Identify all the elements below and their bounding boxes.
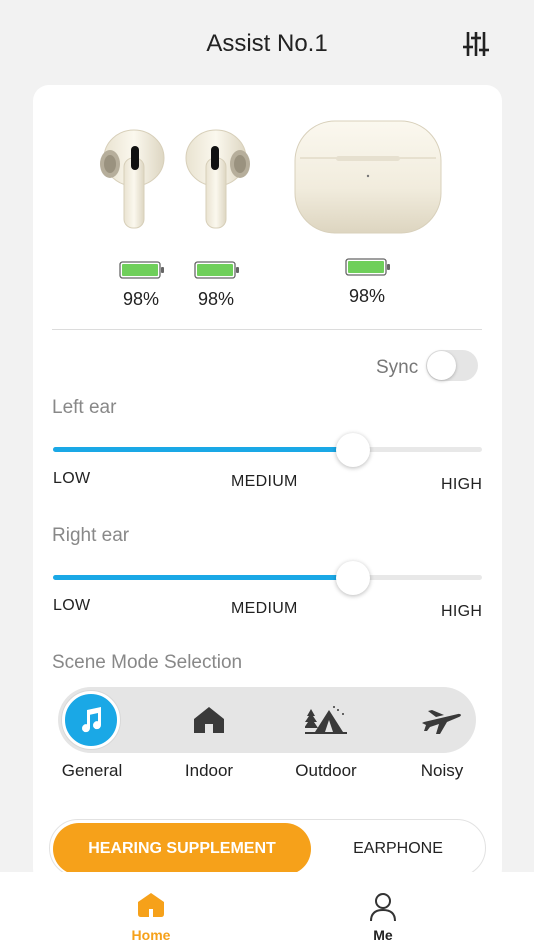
right-battery-icon <box>194 261 239 279</box>
slider-fill <box>53 447 353 452</box>
bottom-tab-bar: Home Me <box>0 872 534 950</box>
right-battery-percent: 98% <box>197 289 235 309</box>
scene-noisy-button[interactable] <box>413 691 471 749</box>
tab-me[interactable]: Me <box>333 872 433 950</box>
airplane-icon <box>422 710 461 734</box>
page-title: Assist No.1 <box>206 30 328 57</box>
case-battery-percent: 98% <box>348 286 386 306</box>
scene-mode-label: Scene Mode Selection <box>52 652 243 673</box>
right-ear-high-label: HIGH <box>441 603 483 620</box>
right-ear-medium-label: MEDIUM <box>231 600 298 617</box>
right-ear-label: Right ear <box>52 525 130 546</box>
sliders-icon[interactable] <box>462 30 490 58</box>
sync-toggle[interactable] <box>426 350 478 381</box>
scene-outdoor-button[interactable] <box>297 691 355 749</box>
charging-case-image <box>292 118 444 241</box>
right-ear-slider[interactable] <box>53 561 482 595</box>
scene-indoor-button[interactable] <box>180 691 238 749</box>
sync-label: Sync <box>376 357 419 378</box>
scene-outdoor-label: Outdoor <box>295 761 357 780</box>
app-header: Assist No.1 <box>0 0 534 88</box>
home-icon <box>194 707 224 733</box>
divider <box>52 329 482 330</box>
left-ear-slider[interactable] <box>53 433 482 467</box>
left-ear-label: Left ear <box>52 397 117 418</box>
slider-fill <box>53 575 353 580</box>
left-battery-percent: 98% <box>122 289 160 309</box>
scene-noisy-label: Noisy <box>420 761 464 780</box>
left-ear-low-label: LOW <box>53 470 91 487</box>
left-battery-icon <box>119 261 164 279</box>
tab-home-label: Home <box>131 927 171 943</box>
tent-icon <box>305 706 347 734</box>
left-ear-medium-label: MEDIUM <box>231 473 298 490</box>
earphone-button[interactable]: EARPHONE <box>318 823 478 875</box>
scene-general-button[interactable] <box>62 691 120 749</box>
person-icon <box>370 893 396 922</box>
slider-thumb[interactable] <box>336 561 370 595</box>
mode-segmented-control: HEARING SUPPLEMENT EARPHONE <box>49 819 486 877</box>
tab-me-label: Me <box>373 927 393 943</box>
right-ear-low-label: LOW <box>53 597 91 614</box>
scene-general-label: General <box>61 761 123 780</box>
home-icon <box>138 893 164 917</box>
right-earbud-image <box>182 128 252 237</box>
sync-toggle-knob <box>427 351 456 380</box>
left-earbud-image <box>98 128 168 237</box>
case-battery-icon <box>345 258 390 276</box>
slider-thumb[interactable] <box>336 433 370 467</box>
left-ear-high-label: HIGH <box>441 476 483 493</box>
scene-indoor-label: Indoor <box>184 761 234 780</box>
tab-home[interactable]: Home <box>101 872 201 950</box>
music-note-icon <box>82 707 102 733</box>
hearing-supplement-button[interactable]: HEARING SUPPLEMENT <box>53 823 311 875</box>
